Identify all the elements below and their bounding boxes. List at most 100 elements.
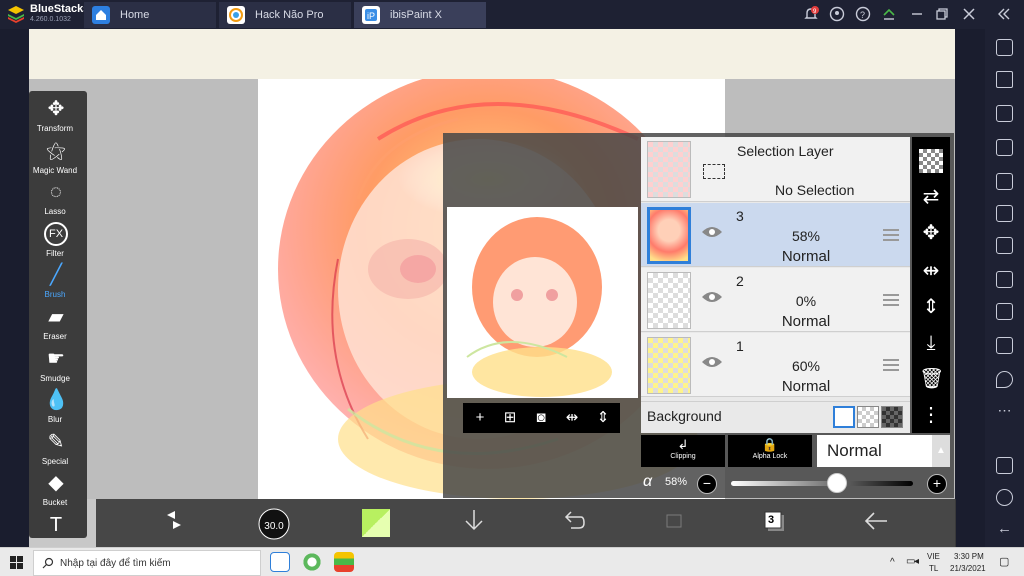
selection-layer[interactable]: Selection Layer No Selection xyxy=(641,137,910,202)
minimize-icon[interactable] xyxy=(909,6,925,22)
record-icon[interactable] xyxy=(996,271,1013,288)
brush-icon: ╱ xyxy=(49,264,63,287)
pointer-icon[interactable] xyxy=(996,105,1013,122)
tray-chevron-icon[interactable]: ^ xyxy=(890,557,895,568)
visibility-eye-icon[interactable] xyxy=(701,290,723,304)
keyboard-icon[interactable] xyxy=(996,139,1013,156)
tool-brush[interactable]: ╱ Brush xyxy=(29,259,87,301)
transform-canvas-button[interactable] xyxy=(158,507,190,539)
selection-layer-title: Selection Layer xyxy=(737,143,834,159)
alpha-lock-button[interactable]: 🔒 Alpha Lock xyxy=(728,435,812,467)
help-icon[interactable] xyxy=(996,457,1013,474)
visibility-eye-icon[interactable] xyxy=(701,225,723,239)
blend-row: ↲ Clipping 🔒 Alpha Lock Normal ▲ xyxy=(641,435,950,469)
opacity-slider-knob[interactable] xyxy=(826,473,847,493)
opacity-decrease-button[interactable]: − xyxy=(697,474,717,494)
opacity-row: α 58% − + xyxy=(641,473,950,495)
drag-handle-icon[interactable] xyxy=(883,359,899,371)
tool-bucket[interactable]: ◆ Bucket xyxy=(29,467,87,509)
redo-icon[interactable] xyxy=(658,507,690,539)
flip-horizontal-icon[interactable]: ⇹ xyxy=(561,407,583,429)
drag-handle-icon[interactable] xyxy=(883,229,899,241)
tool-special[interactable]: ✎ Special xyxy=(29,426,87,468)
back-arrow-icon[interactable] xyxy=(860,507,892,539)
tab-hack-nao-pro[interactable]: Hack Não Pro xyxy=(219,2,351,28)
camera-icon[interactable]: ◙ xyxy=(530,407,552,429)
tool-magic-wand[interactable]: ⚝ Magic Wand xyxy=(29,135,87,177)
down-arrow-icon[interactable] xyxy=(458,507,490,539)
screenshot-icon[interactable] xyxy=(996,237,1013,254)
transparency-checker-icon[interactable] xyxy=(919,149,943,173)
settings-icon[interactable] xyxy=(996,489,1013,506)
language-bottom[interactable]: TL xyxy=(929,564,938,573)
multi-instance-icon[interactable] xyxy=(996,173,1013,190)
tool-blur[interactable]: 💧 Blur xyxy=(29,384,87,426)
tool-transform[interactable]: ✥ Transform xyxy=(29,93,87,135)
app-top-strip xyxy=(29,29,955,79)
background-row[interactable]: Background xyxy=(641,401,910,431)
restore-icon[interactable] xyxy=(934,6,950,22)
add-layer-box-icon[interactable]: ⊞ xyxy=(499,407,521,429)
fullscreen-icon[interactable] xyxy=(996,39,1013,56)
notifications-icon[interactable]: ▢ xyxy=(999,555,1009,568)
delete-layer-icon[interactable]: 🗑 xyxy=(919,367,944,391)
zalo-icon[interactable] xyxy=(270,552,290,572)
move-arrows-icon[interactable]: ✥ xyxy=(919,221,943,245)
install-apk-icon[interactable] xyxy=(996,205,1013,222)
layers-button[interactable]: 3 xyxy=(758,507,790,539)
clipping-button[interactable]: ↲ Clipping xyxy=(641,435,725,467)
volume-tray-icon[interactable]: ◂ xyxy=(914,556,919,567)
bluestacks-taskbar-icon[interactable] xyxy=(334,552,354,572)
svg-text:iP: iP xyxy=(367,11,375,21)
brush-size-button[interactable]: 30.0 xyxy=(256,507,292,540)
copy-icon[interactable] xyxy=(996,337,1013,354)
layer-row[interactable]: 1 60% Normal xyxy=(641,333,910,397)
tab-ibispaint[interactable]: iP ibisPaint X xyxy=(354,2,486,28)
taskbar-search[interactable]: Nhập tại đây để tìm kiếm xyxy=(33,550,261,576)
opacity-slider[interactable] xyxy=(731,481,913,486)
merge-down-icon[interactable]: ⤓ xyxy=(919,331,943,355)
clock-time[interactable]: 3:30 PM xyxy=(954,552,984,561)
opacity-increase-button[interactable]: + xyxy=(927,474,947,494)
color-picker-button[interactable] xyxy=(360,507,392,539)
undo-icon[interactable] xyxy=(558,507,590,539)
tab-home[interactable]: Home xyxy=(84,2,216,28)
tool-smudge[interactable]: ☛ Smudge xyxy=(29,343,87,385)
tool-filter[interactable]: FX Filter xyxy=(29,218,87,260)
clock-date[interactable]: 21/3/2021 xyxy=(950,564,986,573)
background-dark-swatch[interactable] xyxy=(881,406,903,428)
tool-text[interactable]: T xyxy=(29,509,87,551)
back-icon[interactable]: ← xyxy=(996,521,1013,538)
location-icon[interactable] xyxy=(996,371,1013,388)
flip-vertical-icon[interactable]: ⇕ xyxy=(592,407,614,429)
language-top[interactable]: VIE xyxy=(927,552,940,561)
blend-mode-select[interactable]: Normal ▲ xyxy=(817,435,950,467)
tool-lasso[interactable]: ◌ Lasso xyxy=(29,176,87,218)
more-options-icon[interactable]: ⋮ xyxy=(919,403,943,427)
flip-layer-vertical-icon[interactable]: ⇕ xyxy=(919,295,943,319)
layer-preview[interactable] xyxy=(447,207,638,398)
upgrade-icon[interactable] xyxy=(881,6,897,22)
text-tool-icon: T xyxy=(49,514,63,536)
browser-icon[interactable] xyxy=(302,552,322,572)
collapse-sidebar-icon[interactable] xyxy=(996,6,1012,22)
visibility-eye-icon[interactable] xyxy=(701,355,723,369)
windows-start-icon[interactable] xyxy=(10,556,23,569)
help-icon[interactable]: ? xyxy=(855,6,871,22)
layer-row[interactable]: 2 0% Normal xyxy=(641,268,910,332)
account-icon[interactable] xyxy=(829,6,845,22)
add-layer-icon[interactable]: + xyxy=(469,407,491,429)
tool-eraser[interactable]: ▰ Eraser xyxy=(29,301,87,343)
volume-icon[interactable] xyxy=(996,71,1013,88)
more-icon[interactable]: ⋯ xyxy=(996,403,1013,422)
folder-icon[interactable] xyxy=(996,303,1013,320)
background-white-swatch[interactable] xyxy=(833,406,855,428)
drag-handle-icon[interactable] xyxy=(883,294,899,306)
move-layer-icon[interactable]: ⇄ xyxy=(919,185,943,209)
background-transparent-swatch[interactable] xyxy=(857,406,879,428)
notification-bell-icon[interactable]: 9 xyxy=(803,6,819,22)
layer-row[interactable]: 3 58% Normal xyxy=(641,203,910,267)
flip-layer-horizontal-icon[interactable]: ⇹ xyxy=(919,259,943,283)
selection-status: No Selection xyxy=(775,182,855,198)
close-icon[interactable] xyxy=(961,6,977,22)
